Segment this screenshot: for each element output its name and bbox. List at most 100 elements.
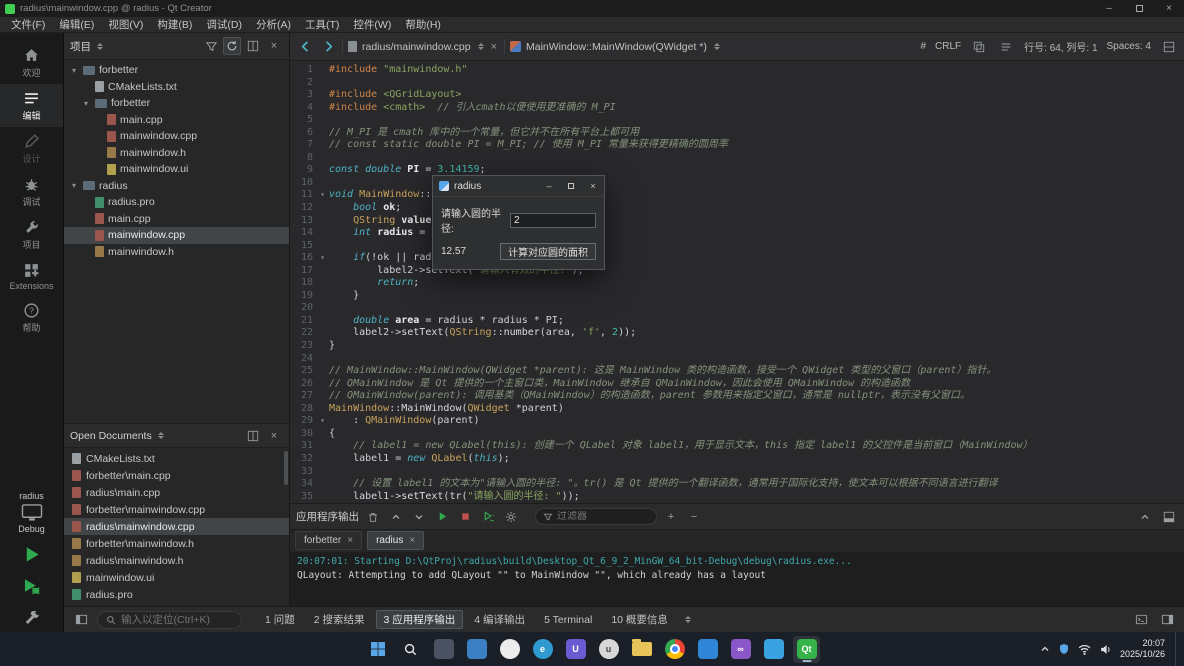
code-line[interactable]: 32 label1 = new QLabel(this);: [290, 453, 1184, 466]
output-tab[interactable]: forbetter×: [295, 531, 362, 550]
scrollbar-thumb[interactable]: [284, 451, 288, 485]
zoom-out-icon[interactable]: −: [685, 508, 703, 526]
open-document-item[interactable]: forbetter\mainwindow.h: [64, 535, 289, 552]
close-output-icon[interactable]: [1160, 508, 1178, 526]
twisty-icon[interactable]: ▾: [81, 99, 91, 108]
close-document-icon[interactable]: ×: [489, 41, 499, 53]
code-line[interactable]: 17 label2->setText("请输入有效的半径!");: [290, 265, 1184, 278]
menu-item[interactable]: 控件(W): [346, 17, 398, 32]
sync-with-editor-icon[interactable]: [223, 37, 241, 55]
menu-item[interactable]: 视图(V): [101, 17, 150, 32]
dialog-titlebar[interactable]: radius – ×: [433, 176, 604, 197]
symbol-selector-arrows-icon[interactable]: [714, 43, 720, 50]
file-selector[interactable]: radius/mainwindow.cpp: [362, 41, 471, 53]
split-editor-icon[interactable]: [1160, 38, 1178, 56]
taskbar-clock[interactable]: 20:07 2025/10/26: [1120, 638, 1165, 660]
code-line[interactable]: 14 int radius = value.toInt(&ok);: [290, 227, 1184, 240]
panel-button[interactable]: 5 Terminal: [536, 610, 600, 629]
mode-tab-home[interactable]: 欢迎: [0, 41, 63, 84]
open-document-item[interactable]: radius\mainwindow.h: [64, 552, 289, 569]
code-line[interactable]: 21 double area = radius * radius * PI;: [290, 315, 1184, 328]
calculate-area-button[interactable]: 计算对应圆的面积: [500, 243, 596, 260]
menu-item[interactable]: 构建(B): [150, 17, 199, 32]
taskbar-icon-task-view[interactable]: [430, 636, 457, 663]
output-tab[interactable]: radius×: [367, 531, 424, 550]
taskbar-icon-github[interactable]: [496, 636, 523, 663]
cursor-position[interactable]: 行号: 64, 列号: 1: [1024, 39, 1097, 54]
tree-item[interactable]: mainwindow.cpp: [64, 227, 289, 244]
filter-icon[interactable]: [202, 37, 220, 55]
code-line[interactable]: 24: [290, 353, 1184, 366]
dialog-close-button[interactable]: ×: [582, 176, 604, 196]
fold-marker-icon[interactable]: ▾: [316, 415, 329, 428]
output-filter-input[interactable]: [557, 511, 649, 522]
kit-selector-button[interactable]: radius Debug: [18, 487, 45, 538]
open-document-item[interactable]: mainwindow.ui: [64, 569, 289, 586]
twisty-icon[interactable]: ▾: [69, 66, 79, 75]
code-line[interactable]: 30{: [290, 428, 1184, 441]
menu-item[interactable]: 文件(F): [4, 17, 52, 32]
code-line[interactable]: 16▾ if(!ok || radius <= 0) {: [290, 252, 1184, 265]
menu-item[interactable]: 分析(A): [249, 17, 298, 32]
twisty-icon[interactable]: ▾: [69, 181, 79, 190]
split-documents-icon[interactable]: [244, 427, 262, 445]
split-pane-icon[interactable]: [244, 37, 262, 55]
maximize-output-icon[interactable]: [1136, 508, 1154, 526]
tree-item[interactable]: ▾forbetter: [64, 62, 289, 79]
tree-item[interactable]: radius.pro: [64, 194, 289, 211]
panel-arrows-icon[interactable]: [685, 616, 691, 623]
code-line[interactable]: 11▾void MainWindow::calculateArea(): [290, 189, 1184, 202]
scroll-down-icon[interactable]: [410, 508, 428, 526]
dialog-maximize-button[interactable]: [560, 176, 582, 196]
annotate-toggle[interactable]: #: [920, 41, 926, 52]
security-shield-icon[interactable]: [1058, 643, 1070, 655]
code-line[interactable]: 1#include "mainwindow.h": [290, 64, 1184, 77]
code-line[interactable]: 10: [290, 177, 1184, 190]
taskbar-icon-explorer[interactable]: [628, 636, 655, 663]
code-line[interactable]: 18 return;: [290, 277, 1184, 290]
stop-icon[interactable]: [456, 508, 474, 526]
tree-item[interactable]: mainwindow.h: [64, 145, 289, 162]
close-documents-icon[interactable]: ×: [265, 427, 283, 445]
code-line[interactable]: 19 }: [290, 290, 1184, 303]
open-documents-title[interactable]: Open Documents: [70, 430, 152, 442]
open-document-item[interactable]: forbetter\mainwindow.cpp: [64, 501, 289, 518]
code-line[interactable]: 9const double PI = 3.14159;: [290, 164, 1184, 177]
fold-marker-icon[interactable]: ▾: [316, 252, 329, 265]
sidebar-toggle-icon[interactable]: [72, 611, 90, 629]
run-button[interactable]: [0, 538, 63, 570]
volume-icon[interactable]: [1099, 643, 1112, 656]
mode-tab-edit[interactable]: 编辑: [0, 84, 63, 127]
symbol-selector[interactable]: MainWindow::MainWindow(QWidget *): [526, 41, 707, 53]
mode-tab-design[interactable]: 设计: [0, 127, 63, 170]
project-pane-title[interactable]: 项目: [70, 39, 91, 54]
close-icon[interactable]: ×: [409, 535, 415, 546]
tray-chevron-icon[interactable]: [1040, 644, 1050, 654]
taskbar-icon-vscode[interactable]: [694, 636, 721, 663]
terminal-icon[interactable]: [1132, 611, 1150, 629]
code-editor[interactable]: 1#include "mainwindow.h"23#include <QGri…: [290, 61, 1184, 503]
open-document-item[interactable]: forbetter\main.cpp: [64, 467, 289, 484]
file-selector-arrows-icon[interactable]: [478, 43, 484, 50]
code-line[interactable]: 22 label2->setText(QString::number(area,…: [290, 327, 1184, 340]
panel-button[interactable]: 4 编译输出: [466, 610, 533, 629]
code-line[interactable]: 13 QString value = lineEdit->text();: [290, 215, 1184, 228]
tree-item[interactable]: main.cpp: [64, 112, 289, 129]
close-pane-icon[interactable]: ×: [265, 37, 283, 55]
panel-button[interactable]: 3 应用程序输出: [376, 610, 464, 629]
open-document-item[interactable]: radius\main.cpp: [64, 484, 289, 501]
code-line[interactable]: 26// QMainWindow 是 Qt 提供的一个主窗口类，MainWind…: [290, 378, 1184, 391]
open-document-item[interactable]: radius.pro: [64, 586, 289, 603]
tree-item[interactable]: mainwindow.h: [64, 244, 289, 261]
code-line[interactable]: 20: [290, 302, 1184, 315]
scroll-up-icon[interactable]: [387, 508, 405, 526]
diff-icon[interactable]: [970, 38, 988, 56]
menu-item[interactable]: 帮助(H): [398, 17, 448, 32]
code-line[interactable]: 31 // label1 = new QLabel(this): 创建一个 QL…: [290, 440, 1184, 453]
taskbar-icon-widgets[interactable]: [463, 636, 490, 663]
zoom-in-icon[interactable]: +: [662, 508, 680, 526]
outline-icon[interactable]: [997, 38, 1015, 56]
code-line[interactable]: 33: [290, 466, 1184, 479]
tree-item[interactable]: CMakeLists.txt: [64, 79, 289, 96]
show-desktop-button[interactable]: [1175, 632, 1178, 666]
